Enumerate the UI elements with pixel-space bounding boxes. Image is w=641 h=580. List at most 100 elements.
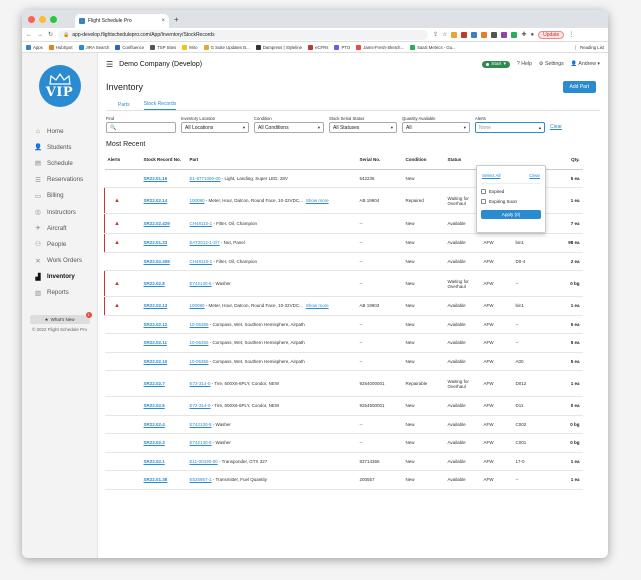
table-row[interactable]: ▲ SR22.01.33 EAT2012-1-2/7 - Nut, Panel -- N… [104,233,583,253]
sidebar-item-inventory[interactable]: ▟ Inventory [22,269,97,285]
show-more-link[interactable]: Show more [306,303,329,308]
sidebar-item-billing[interactable]: ▭ Billing [22,188,97,204]
sidebar-item-aircraft[interactable]: ✈ Aircraft [22,220,97,236]
new-tab-icon[interactable]: + [174,15,179,24]
stock-record-link[interactable]: SR22.01.38 [144,477,168,482]
find-input[interactable]: 🔍 [106,122,176,133]
alerts-select[interactable]: None ▴ [475,122,545,133]
sidebar-item-home[interactable]: ⌂ Home [22,123,97,139]
stock-record-link[interactable]: SR22.02.7 [144,381,165,386]
apply-button[interactable]: Apply (0) [481,210,541,219]
part-number-link[interactable]: 10-05355 [190,322,209,327]
sidebar-item-people[interactable]: ⚇ People [22,236,97,252]
clear-filters-link[interactable]: Clear [550,124,562,130]
stock-record-link[interactable]: SR22.02.408 [144,259,170,264]
bookmark-item[interactable]: Apps [26,44,43,50]
tab-parts[interactable]: Parts [118,102,130,110]
add-part-button[interactable]: Add Part [562,81,596,93]
browser-tab[interactable]: Flight Schedule Pro × [75,14,169,28]
quantity-select[interactable]: All ▾ [402,122,470,133]
vip-logo[interactable]: VIP [38,65,81,107]
extension-icon[interactable] [461,31,468,38]
part-number-link[interactable]: E525957-1 [190,477,212,482]
url-field[interactable]: 🔒 app-develop.flightschedulepro.com/App/… [58,29,429,40]
table-row[interactable]: SR22.02.4 E742130-5 - Washer -- New Availabl… [104,415,583,434]
part-number-link[interactable]: CH48110-1 [190,221,213,226]
part-number-link[interactable]: E742130-5 [190,281,212,286]
part-number-link[interactable]: 10-05355 [190,340,209,345]
settings-link[interactable]: ⚙ Settings [539,61,564,67]
puzzle-icon[interactable]: ✚ [521,31,526,38]
help-link[interactable]: ? Help [517,61,532,67]
table-row[interactable]: SR22.01.38 E525957-1 - Transmitter, Fuel … [104,470,583,490]
sidebar-item-reports[interactable]: ▥ Reports [22,285,97,301]
serial-status-select[interactable]: All Statuses ▾ [329,122,397,133]
bookmark-item[interactable]: G Suite Updates B... [203,44,250,50]
checkbox[interactable] [481,199,486,204]
stock-record-link[interactable]: SR22.02.10 [144,359,168,364]
part-number-link[interactable]: E72-314-0 [190,381,211,386]
close-window-icon[interactable] [28,15,35,23]
show-more-link[interactable]: Show more [306,198,329,203]
bookmark-item[interactable]: Jams-Fresh-Sketch... [356,44,404,50]
bookmark-item[interactable]: eCFRs [308,44,328,50]
back-icon[interactable]: ← [26,32,32,38]
part-number-link[interactable]: EAT2012-1-2/7 [190,240,220,245]
part-number-link[interactable]: 100090 [190,198,205,203]
stock-record-link[interactable]: SR22.01.16 [144,176,168,181]
sidebar-item-work-orders[interactable]: ✕ Work Orders [22,253,97,269]
bookmark-item[interactable]: PTO [334,44,350,50]
stock-record-link[interactable]: SR22.02.429 [144,221,170,226]
table-row[interactable]: SR22.02.7 E72-314-0 - Tire, 600X6-6PLY, C… [104,370,583,397]
menu-dots-icon[interactable]: ⋮ [568,31,574,38]
stock-record-link[interactable]: SR22.02.3 [144,440,165,445]
table-row[interactable]: ▲ SR22.02.8 E742130-5 - Washer -- New Waiting… [104,270,583,297]
stock-record-link[interactable]: SR22.02.1 [144,459,165,464]
update-button[interactable]: Update [538,30,565,39]
whats-new-button[interactable]: ★ What's New 1 [29,312,92,325]
stock-record-link[interactable]: SR22.02.4 [144,422,165,427]
select-all-link[interactable]: Select All [482,173,501,178]
part-number-link[interactable]: E742130-5 [190,440,212,445]
part-number-link[interactable]: 10-05355 [190,359,209,364]
bookmark-item[interactable]: JIRA Search [78,44,109,50]
reload-icon[interactable]: ↻ [48,31,53,38]
hamburger-menu-icon[interactable]: ☰ [106,60,113,69]
share-icon[interactable]: ⇪ [433,31,438,38]
checkbox[interactable] [481,189,486,194]
table-row[interactable]: SR22.02.3 E742130-5 - Washer -- New Availabl… [104,433,583,453]
part-number-link[interactable]: CH48110-1 [190,259,213,264]
table-row[interactable]: SR22.02.1 E11-00430-00 - Transponder, GTX… [104,452,583,471]
close-tab-icon[interactable]: × [161,18,165,24]
table-row[interactable]: SR22.02.12 10-05355 - Compass, Wet, South… [104,315,583,334]
extension-icon[interactable] [481,31,488,38]
part-number-link[interactable]: E1-8771000-00 [190,176,221,181]
bookmark-item[interactable]: HubSpot [48,44,73,50]
extension-icon[interactable] [471,31,478,38]
sidebar-item-reservations[interactable]: ☰ Reservations [22,172,97,188]
extension-icon[interactable] [451,31,458,38]
extension-icon[interactable] [491,31,498,38]
stock-record-link[interactable]: SR22.01.33 [144,240,168,245]
bookmark-item[interactable]: Dampress | Styleline [255,44,302,50]
bookmark-item[interactable]: Confluence [115,44,144,50]
stock-record-link[interactable]: SR22.02.8 [144,281,165,286]
sidebar-item-schedule[interactable]: ▤ Schedule [22,155,97,171]
option-expiring-soon[interactable]: Expiring Soon [481,199,541,204]
part-number-link[interactable]: E11-00430-00 [190,459,218,464]
dropdown-clear-link[interactable]: Clear [529,173,540,178]
bookmark-item[interactable]: SaaS Metrics - Gu... [410,44,456,50]
extension-icon[interactable] [511,31,518,38]
stock-record-link[interactable]: SR22.02.11 [144,340,168,345]
start-button[interactable]: Start ▾ [482,60,510,68]
part-number-link[interactable]: E72-314-0 [190,403,211,408]
option-expired[interactable]: Expired [481,189,541,194]
stock-record-link[interactable]: SR22.02.13 [144,303,168,308]
sidebar-item-students[interactable]: 👤 Students [22,139,97,155]
table-row[interactable]: SR22.02.6 E72-314-0 - Tire, 600X6-6PLY, C… [104,396,583,416]
part-number-link[interactable]: 100090 [190,303,205,308]
star-icon[interactable]: ☆ [442,31,447,38]
table-row[interactable]: SR22.02.11 10-05355 - Compass, Wet, South… [104,333,583,353]
table-row[interactable]: ▲ SR22.02.13 100090 - Meter, Hour, Datcon,… [104,296,583,316]
maximize-window-icon[interactable] [50,15,57,23]
